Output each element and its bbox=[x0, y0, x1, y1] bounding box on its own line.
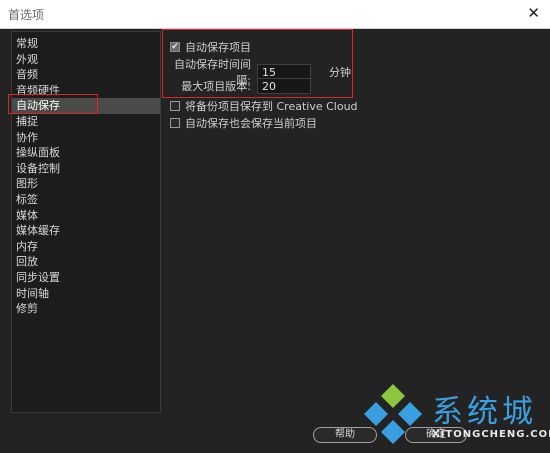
sidebar-item-control-surface[interactable]: 操纵面板 bbox=[12, 145, 160, 161]
max-versions-label: 最大项目版本: bbox=[181, 80, 251, 93]
backup-cloud-checkbox[interactable] bbox=[170, 101, 180, 111]
max-versions-row: 最大项目版本: bbox=[163, 78, 311, 94]
sidebar-item-playback[interactable]: 回放 bbox=[12, 254, 160, 270]
help-button[interactable]: 帮助 bbox=[313, 427, 377, 443]
watermark-text: 系统城 bbox=[432, 394, 537, 430]
save-current-checkbox[interactable] bbox=[170, 118, 180, 128]
save-current-label: 自动保存也会保存当前项目 bbox=[185, 117, 317, 130]
sidebar-item-memory[interactable]: 内存 bbox=[12, 239, 160, 255]
sidebar-item-trim[interactable]: 修剪 bbox=[12, 301, 160, 317]
sidebar-item-labels[interactable]: 标签 bbox=[12, 192, 160, 208]
close-icon[interactable]: ✕ bbox=[527, 4, 540, 22]
sidebar-item-autosave[interactable]: 自动保存 bbox=[12, 98, 160, 114]
preferences-sidebar: 常规 外观 音频 音频硬件 自动保存 捕捉 协作 操纵面板 设备控制 图形 标签… bbox=[11, 31, 161, 413]
max-versions-input[interactable] bbox=[257, 78, 311, 94]
sidebar-item-audio[interactable]: 音频 bbox=[12, 67, 160, 83]
window-title: 首选项 bbox=[8, 8, 45, 22]
sidebar-item-general[interactable]: 常规 bbox=[12, 36, 160, 52]
sidebar-list: 常规 外观 音频 音频硬件 自动保存 捕捉 协作 操纵面板 设备控制 图形 标签… bbox=[12, 32, 160, 317]
save-current-row: 自动保存也会保存当前项目 bbox=[170, 115, 317, 131]
sidebar-item-device-control[interactable]: 设备控制 bbox=[12, 161, 160, 177]
title-bar: 首选项 ✕ bbox=[0, 0, 550, 29]
sidebar-item-timeline[interactable]: 时间轴 bbox=[12, 286, 160, 302]
autosave-enable-label: 自动保存项目 bbox=[185, 41, 251, 54]
autosave-interval-unit: 分钟 bbox=[329, 66, 351, 79]
autosave-enable-row: ✔ 自动保存项目 bbox=[170, 39, 251, 55]
sidebar-item-audio-hardware[interactable]: 音频硬件 bbox=[12, 83, 160, 99]
sidebar-item-appearance[interactable]: 外观 bbox=[12, 52, 160, 68]
sidebar-item-graphics[interactable]: 图形 bbox=[12, 176, 160, 192]
backup-cloud-row: 将备份项目保存到 Creative Cloud bbox=[170, 98, 358, 114]
sidebar-item-collaboration[interactable]: 协作 bbox=[12, 130, 160, 146]
ok-button[interactable]: 确定 bbox=[405, 427, 467, 443]
sidebar-item-media-cache[interactable]: 媒体缓存 bbox=[12, 223, 160, 239]
sidebar-item-media[interactable]: 媒体 bbox=[12, 208, 160, 224]
autosave-enable-checkbox[interactable]: ✔ bbox=[170, 42, 180, 52]
sidebar-item-capture[interactable]: 捕捉 bbox=[12, 114, 160, 130]
backup-cloud-label: 将备份项目保存到 Creative Cloud bbox=[185, 100, 358, 113]
sidebar-item-sync-settings[interactable]: 同步设置 bbox=[12, 270, 160, 286]
